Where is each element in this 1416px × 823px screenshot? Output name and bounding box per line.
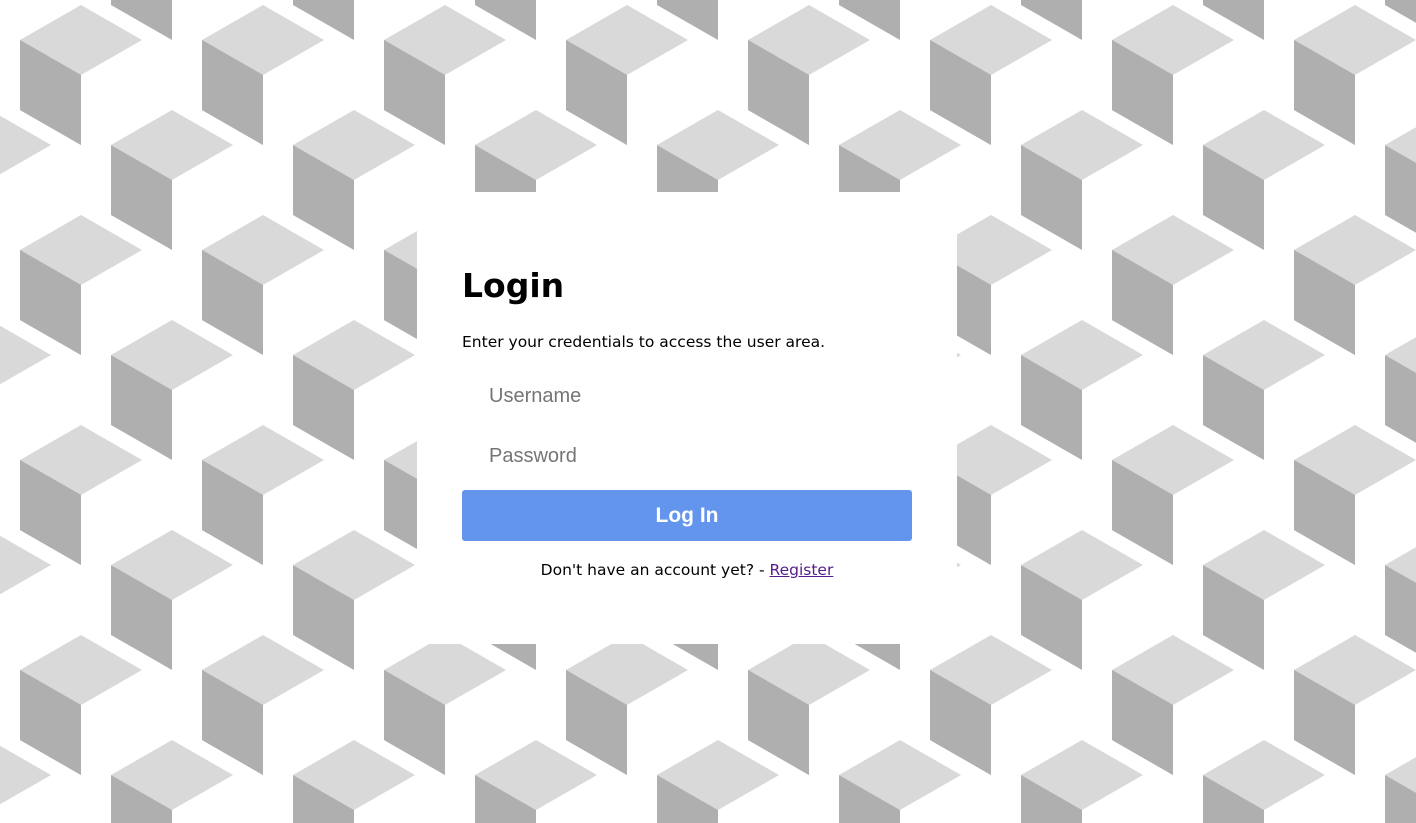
register-prompt-text: Don't have an account yet? - — [540, 561, 770, 579]
login-button[interactable]: Log In — [462, 490, 912, 541]
register-prompt-line: Don't have an account yet? - Register — [462, 560, 912, 580]
login-instructions: Enter your credentials to access the use… — [462, 333, 826, 351]
page-title: Login — [462, 266, 565, 305]
login-card: Login Enter your credentials to access t… — [417, 192, 957, 644]
password-input[interactable] — [462, 436, 912, 476]
username-input[interactable] — [462, 376, 912, 416]
register-link[interactable]: Register — [770, 561, 834, 579]
